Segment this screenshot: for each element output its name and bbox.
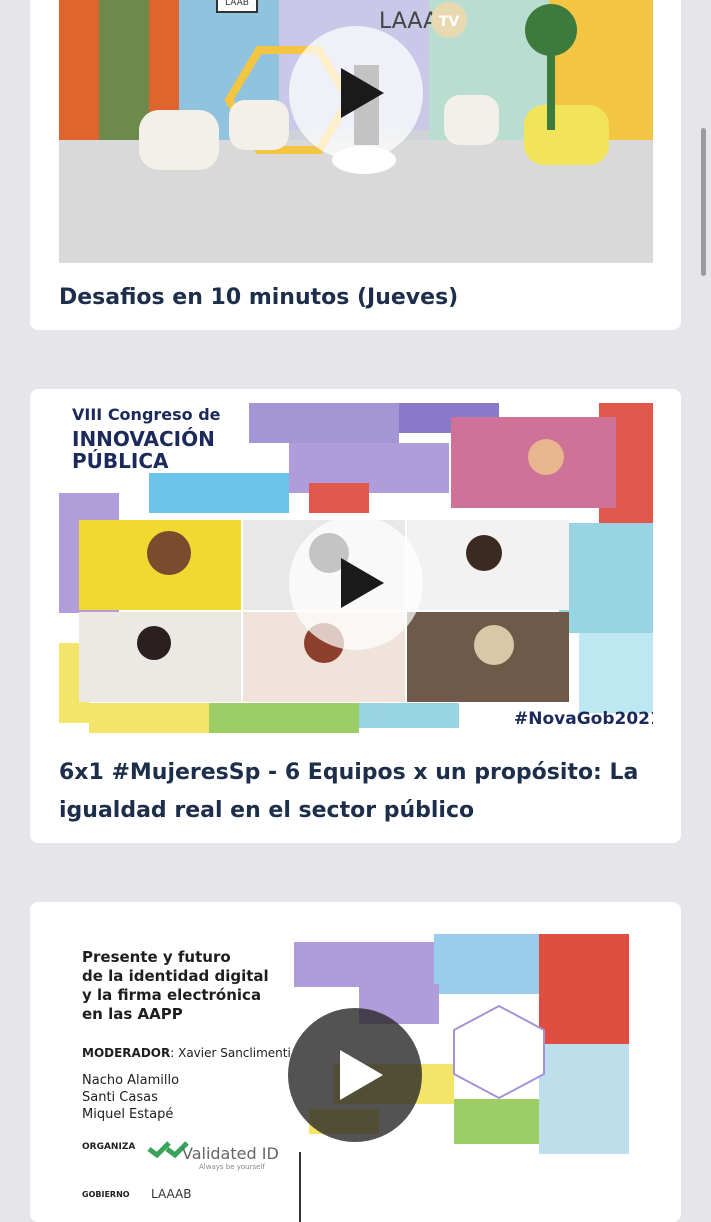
conference-title-line: INNOVACIÓN <box>72 427 215 451</box>
play-icon <box>341 558 384 608</box>
poster-organiza-label: ORGANIZA <box>82 1142 136 1152</box>
video-thumbnail[interactable]: Presente y futuro de la identidad digita… <box>59 924 653 1222</box>
poster-title-line: y la firma electrónica <box>82 986 262 1004</box>
studio-badge: TV <box>439 14 460 30</box>
video-title[interactable]: 6x1 #MujeresSp - 6 Equipos x un propósit… <box>59 754 659 830</box>
play-icon <box>341 68 384 118</box>
organizer-tagline: Always be yourself <box>199 1163 265 1171</box>
organizer-logo: Validated ID <box>182 1144 279 1163</box>
poster-speaker: Santi Casas <box>82 1090 158 1105</box>
conference-title-line: VIII Congreso de <box>72 405 221 424</box>
footer-logo: GOBIERNO <box>82 1190 130 1199</box>
video-thumbnail[interactable]: LAAB LAAAB TV <box>59 0 653 263</box>
poster-moderator: MODERADOR: Xavier Sanclimenti <box>82 1046 291 1060</box>
play-button[interactable] <box>288 1008 422 1142</box>
video-card[interactable]: Presente y futuro de la identidad digita… <box>30 902 681 1222</box>
poster-speaker: Nacho Alamillo <box>82 1073 180 1088</box>
poster-title-line: de la identidad digital <box>82 967 269 985</box>
screen-logo: LAAB <box>225 0 249 8</box>
moderator-label: MODERADOR <box>82 1046 171 1060</box>
moderator-name: : Xavier Sanclimenti <box>170 1046 291 1060</box>
footer-logo: LAAAB <box>151 1187 192 1201</box>
video-title[interactable]: Desafios en 10 minutos (Jueves) <box>59 279 659 317</box>
poster-speaker: Miquel Estapé <box>82 1107 174 1122</box>
play-button[interactable] <box>289 26 423 160</box>
poster-title-line: Presente y futuro <box>82 948 231 966</box>
scrollbar[interactable] <box>701 128 706 276</box>
play-icon <box>340 1050 383 1100</box>
poster-title-line: en las AAPP <box>82 1005 183 1023</box>
video-card[interactable]: VIII Congreso de INNOVACIÓN PÚBLICA #Nov… <box>30 389 681 843</box>
video-card[interactable]: LAAB LAAAB TV Desafios en 10 minutos (Ju… <box>30 0 681 330</box>
video-thumbnail[interactable]: VIII Congreso de INNOVACIÓN PÚBLICA #Nov… <box>59 403 653 742</box>
conference-title-line: PÚBLICA <box>72 449 169 473</box>
play-button[interactable] <box>289 516 423 650</box>
conference-hashtag: #NovaGob2021 <box>514 709 653 729</box>
